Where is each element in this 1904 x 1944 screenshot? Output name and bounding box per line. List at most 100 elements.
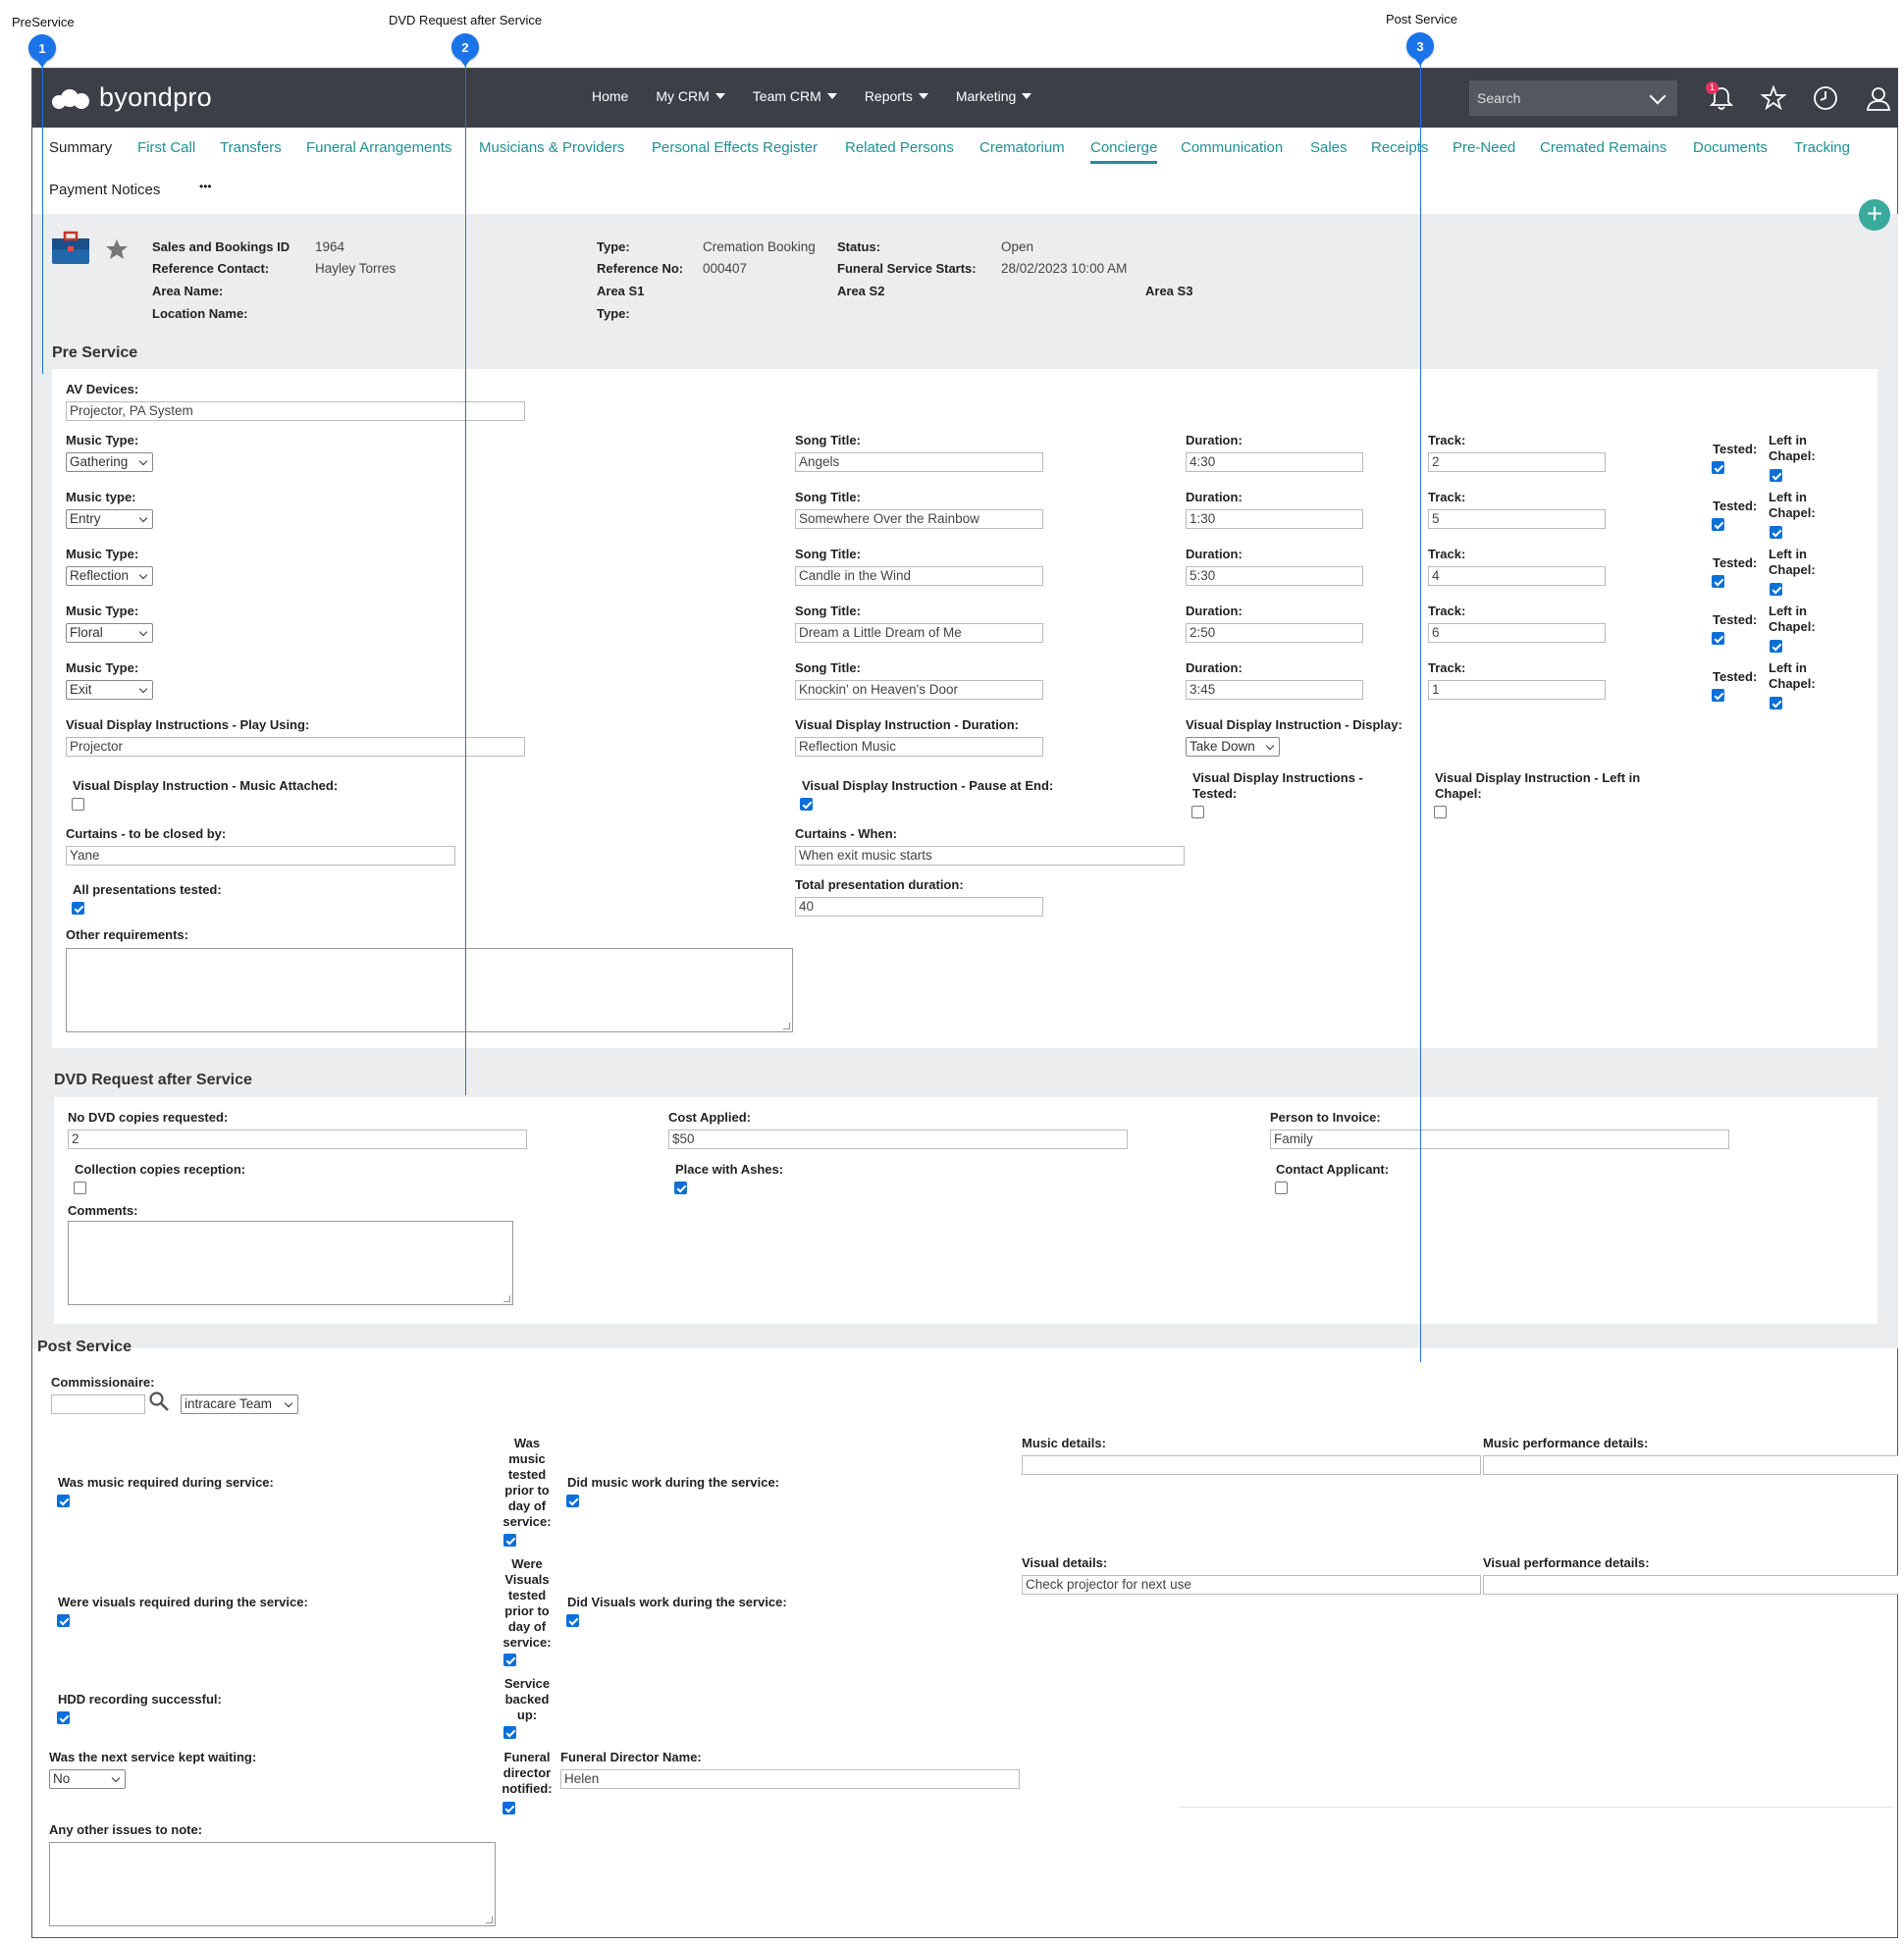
music-type-select[interactable]: Reflection [66, 566, 153, 586]
vd-play-using-input[interactable]: Projector [66, 737, 525, 757]
tab-sales[interactable]: Sales [1310, 139, 1348, 156]
av-devices-input[interactable]: Projector, PA System [66, 401, 525, 421]
left-in-chapel-checkbox[interactable] [1770, 697, 1782, 709]
search-input[interactable]: Search [1469, 80, 1677, 116]
tab-documents[interactable]: Documents [1693, 139, 1768, 156]
visual-performance-input[interactable] [1483, 1575, 1898, 1595]
contact-applicant-checkbox[interactable] [1275, 1182, 1288, 1194]
all-tested-checkbox[interactable] [72, 902, 84, 915]
left-in-chapel-checkbox[interactable] [1770, 526, 1782, 539]
tested-checkbox[interactable] [1712, 575, 1724, 588]
search-icon[interactable] [148, 1391, 170, 1412]
song-title-input[interactable]: Dream a Little Dream of Me [795, 623, 1043, 643]
logo[interactable]: byondpro [52, 82, 212, 113]
person-to-invoice-input[interactable]: Family [1270, 1130, 1729, 1149]
nav-my-crm[interactable]: My CRM [656, 88, 725, 104]
left-in-chapel-checkbox[interactable] [1770, 469, 1782, 482]
service-backed-up-checkbox[interactable] [503, 1726, 516, 1739]
track-input[interactable]: 1 [1428, 680, 1606, 700]
tab-musicians-providers[interactable]: Musicians & Providers [479, 139, 624, 156]
fd-name-input[interactable]: Helen [560, 1769, 1020, 1789]
track-input[interactable]: 5 [1428, 509, 1606, 529]
add-button[interactable]: + [1859, 199, 1890, 231]
more-tabs-button[interactable]: ••• [199, 180, 212, 193]
tab-pre-need[interactable]: Pre-Need [1453, 139, 1515, 156]
music-tested-checkbox[interactable] [503, 1534, 516, 1547]
tested-checkbox[interactable] [1712, 632, 1724, 645]
other-issues-textarea[interactable] [49, 1842, 496, 1926]
music-type-select[interactable]: Exit [66, 680, 153, 700]
comments-textarea[interactable] [68, 1221, 513, 1305]
duration-input[interactable]: 3:45 [1186, 680, 1363, 700]
visual-details-input[interactable]: Check projector for next use [1022, 1575, 1481, 1595]
vd-display-select[interactable]: Take Down [1186, 737, 1280, 757]
tab-funeral-arrangements[interactable]: Funeral Arrangements [306, 139, 451, 156]
tab-cremated-remains[interactable]: Cremated Remains [1540, 139, 1666, 156]
chevron-down-icon [714, 93, 725, 99]
song-title-input[interactable]: Knockin' on Heaven's Door [795, 680, 1043, 700]
duration-input[interactable]: 1:30 [1186, 509, 1363, 529]
vd-pause-checkbox[interactable] [800, 798, 813, 811]
duration-input[interactable]: 5:30 [1186, 566, 1363, 586]
total-duration-input[interactable]: 40 [795, 897, 1043, 917]
clock-icon[interactable] [1812, 84, 1839, 112]
tab-summary[interactable]: Summary [49, 139, 112, 156]
tab-payment-notices[interactable]: Payment Notices [49, 182, 160, 198]
song-title-input[interactable]: Candle in the Wind [795, 566, 1043, 586]
music-type-select[interactable]: Floral [66, 623, 153, 643]
track-input[interactable]: 4 [1428, 566, 1606, 586]
music-required-checkbox[interactable] [57, 1495, 70, 1507]
favorite-star-icon[interactable] [105, 238, 129, 260]
track-input[interactable]: 2 [1428, 452, 1606, 472]
fd-notified-checkbox[interactable] [502, 1802, 515, 1814]
tab-crematorium[interactable]: Crematorium [979, 139, 1065, 156]
nav-home[interactable]: Home [592, 88, 628, 104]
song-title-input[interactable]: Somewhere Over the Rainbow [795, 509, 1043, 529]
commissionaire-input[interactable] [51, 1394, 145, 1414]
duration-input[interactable]: 4:30 [1186, 452, 1363, 472]
music-worked-checkbox[interactable] [566, 1495, 579, 1507]
vd-left-checkbox[interactable] [1434, 806, 1447, 818]
track-input[interactable]: 6 [1428, 623, 1606, 643]
vd-music-attached-checkbox[interactable] [72, 798, 84, 811]
music-type-select[interactable]: Entry [66, 509, 153, 529]
song-title-input[interactable]: Angels [795, 452, 1043, 472]
visuals-required-checkbox[interactable] [57, 1614, 70, 1627]
tested-checkbox[interactable] [1712, 689, 1724, 702]
music-type-select[interactable]: Gathering [66, 452, 153, 472]
curtains-by-input[interactable]: Yane [66, 846, 455, 866]
nav-team-crm[interactable]: Team CRM [753, 88, 837, 104]
music-performance-input[interactable] [1483, 1455, 1898, 1475]
visuals-worked-checkbox[interactable] [566, 1614, 579, 1627]
cost-applied-input[interactable]: $50 [668, 1130, 1128, 1149]
tab-related-persons[interactable]: Related Persons [845, 139, 954, 156]
tab-transfers[interactable]: Transfers [220, 139, 282, 156]
nav-marketing[interactable]: Marketing [956, 88, 1032, 104]
hdd-recording-checkbox[interactable] [57, 1711, 70, 1724]
dvd-copies-input[interactable]: 2 [68, 1130, 527, 1149]
user-icon[interactable] [1865, 84, 1892, 112]
kept-waiting-select[interactable]: No [49, 1769, 126, 1789]
team-select[interactable]: intracare Team [181, 1394, 298, 1414]
visuals-tested-checkbox[interactable] [503, 1654, 516, 1666]
nav-reports[interactable]: Reports [865, 88, 928, 104]
place-with-ashes-checkbox[interactable] [674, 1182, 687, 1194]
tab-communication[interactable]: Communication [1181, 139, 1283, 156]
tab-concierge[interactable]: Concierge [1090, 139, 1158, 164]
vd-tested-checkbox[interactable] [1191, 806, 1204, 818]
other-requirements-textarea[interactable] [66, 948, 793, 1032]
left-in-chapel-checkbox[interactable] [1770, 640, 1782, 653]
tested-checkbox[interactable] [1712, 518, 1724, 531]
duration-input[interactable]: 2:50 [1186, 623, 1363, 643]
vd-pause-label: Visual Display Instruction - Pause at En… [802, 778, 1054, 793]
star-icon[interactable] [1760, 84, 1787, 112]
tab-first-call[interactable]: First Call [137, 139, 195, 156]
music-details-input[interactable] [1022, 1455, 1481, 1475]
tab-tracking[interactable]: Tracking [1794, 139, 1850, 156]
tested-checkbox[interactable] [1712, 461, 1724, 474]
left-in-chapel-checkbox[interactable] [1770, 583, 1782, 596]
curtains-when-input[interactable]: When exit music starts [795, 846, 1185, 866]
vd-duration-input[interactable]: Reflection Music [795, 737, 1043, 757]
tab-personal-effects-register[interactable]: Personal Effects Register [652, 139, 818, 156]
collection-copies-checkbox[interactable] [74, 1182, 86, 1194]
